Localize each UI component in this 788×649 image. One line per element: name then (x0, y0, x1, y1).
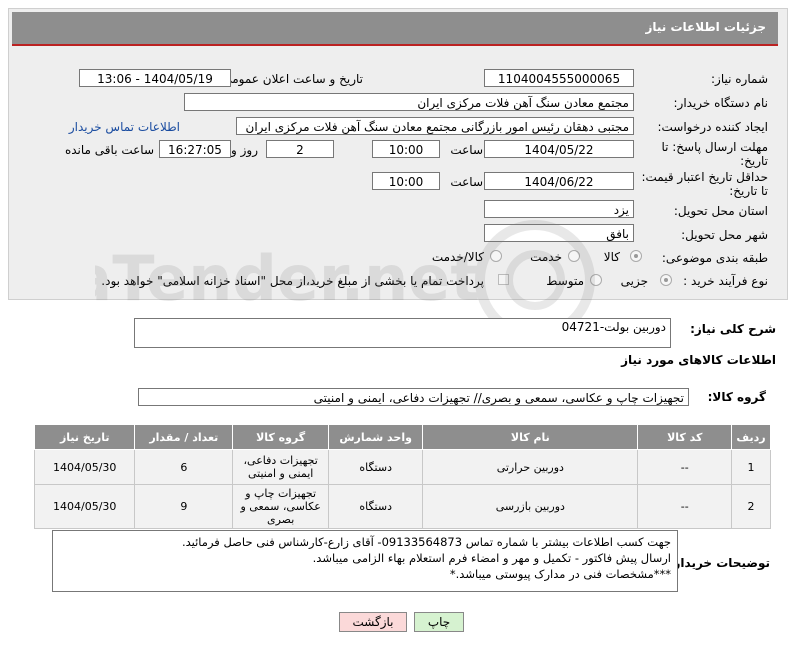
table-header-row: ردیف کد کالا نام کالا واحد شمارش گروه کا… (33, 424, 771, 450)
validity-time-field[interactable]: 10:00 (372, 172, 440, 190)
page-header: جزئیات اطلاعات نیاز (12, 12, 778, 46)
remaining-time-field[interactable]: 16:27:05 (159, 140, 231, 158)
days-remaining-field[interactable]: 2 (266, 140, 334, 158)
cell-name: دوربین حرارتی (422, 449, 639, 485)
deadline-time-label: ساعت (450, 143, 483, 157)
city-field[interactable]: بافق (484, 224, 634, 242)
validity-date-field[interactable]: 1404/06/22 (484, 172, 634, 190)
cell-code: -- (637, 449, 733, 485)
table-row[interactable]: 2 -- دوربین بازرسی دستگاه تجهیزات چاپ و … (33, 484, 771, 529)
buyer-notes-line: ***مشخصات فنی در مدارک پیوستی میباشد.* (449, 567, 671, 581)
buyer-notes-field[interactable]: جهت کسب اطلاعات بیشتر با شماره تماس 0913… (52, 530, 678, 592)
deadline-date-field[interactable]: 1404/05/22 (484, 140, 634, 158)
need-number-field[interactable]: 1104004555000065 (484, 69, 634, 87)
cell-row: 2 (731, 484, 771, 529)
cell-group: تجهیزات چاپ و عکاسی، سمعی و بصری (232, 484, 330, 529)
goods-info-title: اطلاعات کالاهای مورد نیاز (621, 353, 776, 367)
cell-row: 1 (731, 449, 771, 485)
category-radio-service[interactable] (568, 250, 580, 262)
process-label: نوع فرآیند خرید : (683, 274, 768, 288)
treasury-payment-checkbox[interactable] (498, 274, 509, 285)
buyer-notes-line: ارسال پیش فاکتور - تکمیل و مهر و امضاء ف… (312, 551, 671, 565)
col-name: نام کالا (422, 424, 639, 450)
city-label: شهر محل تحویل: (681, 228, 768, 242)
back-button[interactable]: بازگشت (339, 612, 407, 632)
process-option-minor: جزیی (620, 274, 648, 288)
goods-group-label: گروه کالا: (707, 390, 766, 404)
cell-code: -- (637, 484, 733, 529)
summary-field[interactable]: دوربین بولت-04721 (134, 318, 671, 348)
summary-label: شرح کلی نیاز: (690, 322, 776, 336)
announce-label: تاریخ و ساعت اعلان عمومی: (218, 72, 363, 86)
creator-field[interactable]: مجتبی دهقان رئیس امور بازرگانی مجتمع معا… (236, 117, 634, 135)
validity-time-label: ساعت (450, 175, 483, 189)
validity-label: حداقل تاریخ اعتبار قیمت: (641, 170, 768, 184)
page-title: جزئیات اطلاعات نیاز (645, 20, 766, 34)
category-radio-both[interactable] (490, 250, 502, 262)
announce-field[interactable]: 1404/05/19 - 13:06 (79, 69, 231, 87)
process-option-medium: متوسط (546, 274, 584, 288)
deadline-time-field[interactable]: 10:00 (372, 140, 440, 158)
cell-group: تجهیزات دفاعی، ایمنی و امنیتی (232, 449, 330, 485)
validity-label-2: تا تاریخ: (729, 184, 768, 198)
col-row: ردیف (731, 424, 771, 450)
process-radio-medium[interactable] (590, 274, 602, 286)
process-radio-minor[interactable] (660, 274, 672, 286)
col-code: کد کالا (637, 424, 733, 450)
col-qty: تعداد / مقدار (134, 424, 234, 450)
cell-date: 1404/05/30 (33, 484, 136, 529)
deadline-label-2: تاریخ: (740, 154, 768, 168)
cell-unit: دستگاه (328, 449, 424, 485)
cell-date: 1404/05/30 (33, 449, 136, 485)
buyer-notes-label: توضیحات خریدار: (668, 556, 770, 570)
province-label: استان محل تحویل: (673, 204, 768, 218)
items-table: ردیف کد کالا نام کالا واحد شمارش گروه کا… (33, 424, 771, 529)
days-label: روز و (231, 143, 258, 157)
creator-label: ایجاد کننده درخواست: (657, 120, 768, 134)
col-date: تاریخ نیاز (33, 424, 136, 450)
deadline-label: مهلت ارسال پاسخ: تا (661, 140, 768, 154)
cell-qty: 9 (134, 484, 234, 529)
category-radio-goods[interactable] (630, 250, 642, 262)
category-option-goods: کالا (603, 250, 620, 264)
cell-name: دوربین بازرسی (422, 484, 639, 529)
buyer-field[interactable]: مجتمع معادن سنگ آهن فلات مرکزی ایران (184, 93, 634, 111)
province-field[interactable]: یزد (484, 200, 634, 218)
category-option-both: کالا/خدمت (431, 250, 484, 264)
category-option-service: خدمت (530, 250, 562, 264)
print-button[interactable]: چاپ (414, 612, 464, 632)
cell-unit: دستگاه (328, 484, 424, 529)
buyer-label: نام دستگاه خریدار: (673, 96, 769, 110)
need-number-label: شماره نیاز: (711, 72, 768, 86)
category-label: طبقه بندی موضوعی: (661, 251, 768, 265)
col-unit: واحد شمارش (328, 424, 424, 450)
goods-group-field[interactable]: تجهیزات چاپ و عکاسی، سمعی و بصری// تجهیز… (138, 388, 689, 406)
buyer-notes-line: جهت کسب اطلاعات بیشتر با شماره تماس 0913… (181, 535, 671, 549)
contact-info-link[interactable]: اطلاعات تماس خریدار (69, 120, 180, 134)
cell-qty: 6 (134, 449, 234, 485)
table-row[interactable]: 1 -- دوربین حرارتی دستگاه تجهیزات دفاعی،… (33, 449, 771, 485)
remaining-label: ساعت باقی مانده (64, 143, 154, 157)
payment-note: پرداخت تمام یا بخشی از مبلغ خرید،از محل … (101, 274, 484, 288)
col-group: گروه کالا (232, 424, 330, 450)
